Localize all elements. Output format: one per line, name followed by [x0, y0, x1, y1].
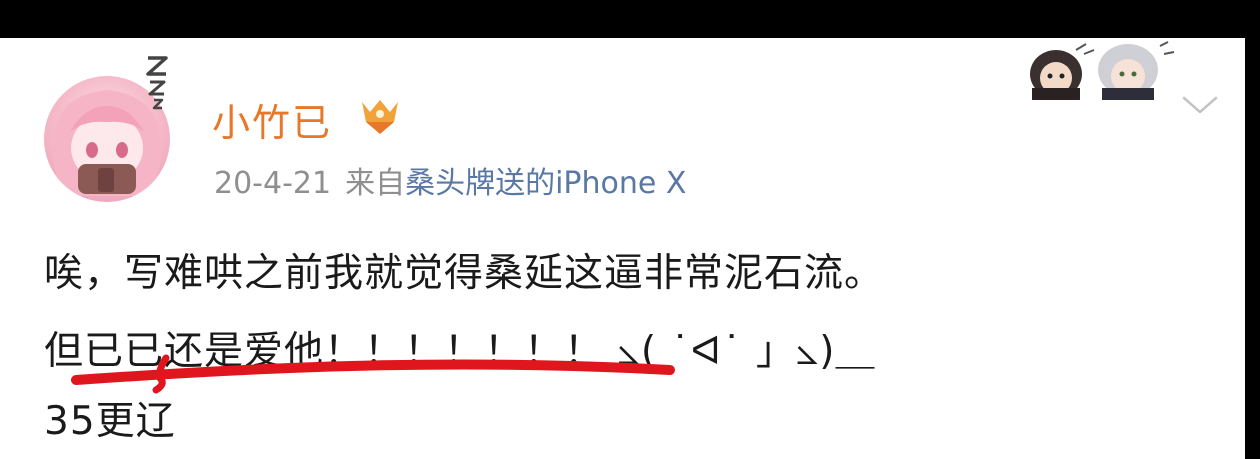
vip-crown-icon [362, 100, 398, 134]
top-black-bar [0, 0, 1260, 38]
post-text-line-1: 唉，写难哄之前我就觉得桑延这逼非常泥石流。 [44, 251, 885, 296]
post-source-link[interactable]: 桑头牌送的iPhone X [405, 166, 686, 201]
from-label: 来自 [345, 166, 406, 201]
chevron-down-icon[interactable] [1180, 94, 1220, 118]
post-text-line-3: 35更辽 [44, 399, 176, 444]
post-meta: 20-4-21 来自桑头牌送的iPhone X [214, 158, 686, 202]
red-underline-mark [71, 354, 675, 394]
anime-sticker [1030, 41, 1175, 100]
post-date: 20-4-21 [214, 166, 332, 201]
author-name[interactable]: 小竹已 [212, 92, 332, 147]
zz-icon [146, 56, 168, 110]
